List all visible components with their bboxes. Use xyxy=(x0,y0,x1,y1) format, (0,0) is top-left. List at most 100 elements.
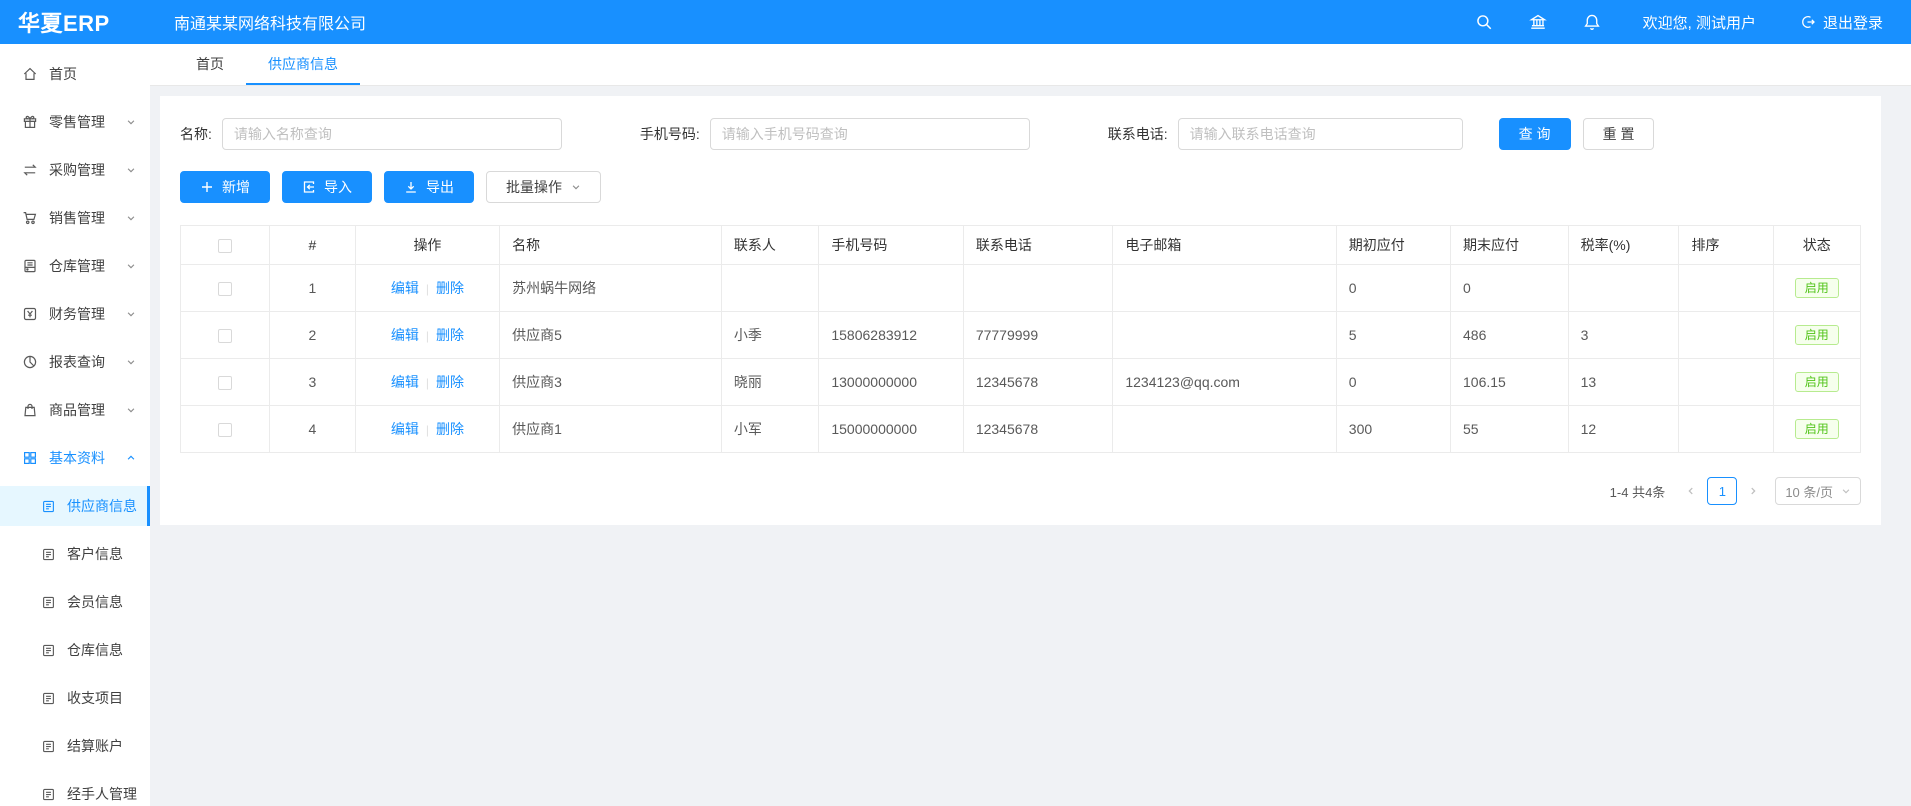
cell-name: 供应商1 xyxy=(500,406,722,453)
chevron-down-icon xyxy=(126,357,136,367)
sidebar-item-sales[interactable]: 销售管理 xyxy=(0,198,150,238)
sidebar-subitem-warehouse-info[interactable]: 仓库信息 xyxy=(0,630,150,670)
row-actions: 编辑|删除 xyxy=(355,406,499,453)
row-checkbox[interactable] xyxy=(218,282,232,296)
tab-supplier-info[interactable]: 供应商信息 xyxy=(246,44,360,85)
doc-icon xyxy=(41,499,56,514)
report-pie-icon xyxy=(22,354,38,370)
action-divider: | xyxy=(426,329,429,343)
sidebar-item-label: 仓库管理 xyxy=(49,256,105,276)
add-button[interactable]: 新增 xyxy=(180,171,270,203)
cell-status: 启用 xyxy=(1773,312,1860,359)
logout-button[interactable]: 退出登录 xyxy=(1800,12,1883,33)
next-page-button[interactable] xyxy=(1741,477,1765,505)
row-actions: 编辑 | 删除 xyxy=(355,312,499,359)
row-index: 2 xyxy=(270,312,356,359)
delete-link[interactable]: 删除 xyxy=(436,374,464,390)
page-number[interactable]: 1 xyxy=(1707,477,1737,505)
cell-phone: 15806283912 xyxy=(819,312,963,359)
cell-tel: 12345678 xyxy=(963,406,1113,453)
row-checkbox-cell xyxy=(181,312,270,359)
sidebar-item-finance[interactable]: 财务管理 xyxy=(0,294,150,334)
bell-icon[interactable] xyxy=(1583,13,1601,31)
purchase-icon xyxy=(22,162,38,178)
prev-page-button[interactable] xyxy=(1679,477,1703,505)
sidebar-subitem-handler-management[interactable]: 经手人管理 xyxy=(0,774,150,806)
finance-icon xyxy=(22,306,38,322)
cell-phone: 13000000000 xyxy=(819,359,963,406)
navbar-right: 欢迎您, 测试用户 退出登录 xyxy=(1439,12,1911,33)
plus-icon xyxy=(200,180,214,194)
row-checkbox[interactable] xyxy=(218,376,232,390)
action-divider: | xyxy=(426,282,429,296)
chevron-down-icon xyxy=(126,117,136,127)
tel-search-input[interactable] xyxy=(1178,118,1463,150)
edit-link[interactable]: 编辑 xyxy=(391,374,419,390)
welcome-user[interactable]: 欢迎您, 测试用户 xyxy=(1643,12,1756,33)
sidebar-item-purchase[interactable]: 采购管理 xyxy=(0,150,150,190)
cell-contact: 晓丽 xyxy=(721,359,818,406)
sidebar-item-reports[interactable]: 报表查询 xyxy=(0,342,150,382)
doc-icon xyxy=(41,547,56,562)
col-phone: 手机号码 xyxy=(819,226,963,265)
page-size-select[interactable]: 10 条/页 xyxy=(1775,477,1861,505)
toolbar: 新增 导入 导出 批量操作 xyxy=(180,171,1861,203)
sidebar-item-home[interactable]: 首页 xyxy=(0,54,150,94)
sidebar-item-goods[interactable]: 商品管理 xyxy=(0,390,150,430)
name-search-input[interactable] xyxy=(222,118,562,150)
select-all-checkbox[interactable] xyxy=(218,239,232,253)
col-name: 名称 xyxy=(500,226,722,265)
col-actions: 操作 xyxy=(355,226,499,265)
export-button[interactable]: 导出 xyxy=(384,171,474,203)
row-checkbox-cell xyxy=(181,265,270,312)
status-badge: 启用 xyxy=(1795,278,1839,298)
tab-bar: 首页 供应商信息 xyxy=(150,44,1911,86)
chevron-down-icon xyxy=(126,261,136,271)
logout-icon xyxy=(1800,14,1816,30)
table-row: 1 编辑|删除 苏州蜗牛网络 0 0 启用 xyxy=(181,265,1861,312)
col-tax-rate: 税率(%) xyxy=(1568,226,1679,265)
status-badge: 启用 xyxy=(1795,419,1839,439)
tel-label: 联系电话: xyxy=(1108,124,1168,144)
delete-link[interactable]: 删除 xyxy=(436,280,464,296)
sidebar-subitem-member-info[interactable]: 会员信息 xyxy=(0,582,150,622)
delete-link[interactable]: 删除 xyxy=(436,327,464,343)
sidebar-item-warehouse[interactable]: 仓库管理 xyxy=(0,246,150,286)
bank-icon[interactable] xyxy=(1529,13,1547,31)
table-header-row: # 操作 名称 联系人 手机号码 联系电话 电子邮箱 期初应付 期末应付 税率(… xyxy=(181,226,1861,265)
tab-home[interactable]: 首页 xyxy=(174,44,246,85)
sidebar-subitem-label: 会员信息 xyxy=(67,592,123,612)
doc-icon xyxy=(41,643,56,658)
row-checkbox[interactable] xyxy=(218,423,232,437)
sidebar-item-basic-data[interactable]: 基本资料 xyxy=(0,438,150,478)
cell-email: 1234123@qq.com xyxy=(1113,359,1336,406)
sidebar-subitem-income-expense[interactable]: 收支项目 xyxy=(0,678,150,718)
edit-link[interactable]: 编辑 xyxy=(391,280,419,296)
logout-label: 退出登录 xyxy=(1823,12,1883,33)
batch-actions-button[interactable]: 批量操作 xyxy=(486,171,601,203)
sidebar-subitem-customer-info[interactable]: 客户信息 xyxy=(0,534,150,574)
status-badge: 启用 xyxy=(1795,325,1839,345)
import-button[interactable]: 导入 xyxy=(282,171,372,203)
edit-link[interactable]: 编辑 xyxy=(391,327,419,343)
sidebar-subitem-settlement-account[interactable]: 结算账户 xyxy=(0,726,150,766)
cell-contact: 小季 xyxy=(721,312,818,359)
query-button[interactable]: 查 询 xyxy=(1499,118,1571,150)
sidebar-subitem-label: 仓库信息 xyxy=(67,640,123,660)
cell-status: 启用 xyxy=(1773,359,1860,406)
row-checkbox[interactable] xyxy=(218,329,232,343)
cell-tax-rate xyxy=(1568,265,1679,312)
sidebar-subitem-supplier-info[interactable]: 供应商信息 xyxy=(0,486,150,526)
chevron-down-icon xyxy=(126,309,136,319)
sidebar-item-label: 销售管理 xyxy=(49,208,105,228)
delete-link[interactable]: 删除 xyxy=(436,421,464,437)
reset-button[interactable]: 重 置 xyxy=(1583,118,1655,150)
phone-search-input[interactable] xyxy=(710,118,1030,150)
row-checkbox-cell xyxy=(181,406,270,453)
search-icon[interactable] xyxy=(1475,13,1493,31)
edit-link[interactable]: 编辑 xyxy=(391,421,419,437)
doc-icon xyxy=(41,595,56,610)
sidebar-subitem-label: 供应商信息 xyxy=(67,496,137,516)
sidebar-item-retail[interactable]: 零售管理 xyxy=(0,102,150,142)
import-icon xyxy=(302,180,316,194)
